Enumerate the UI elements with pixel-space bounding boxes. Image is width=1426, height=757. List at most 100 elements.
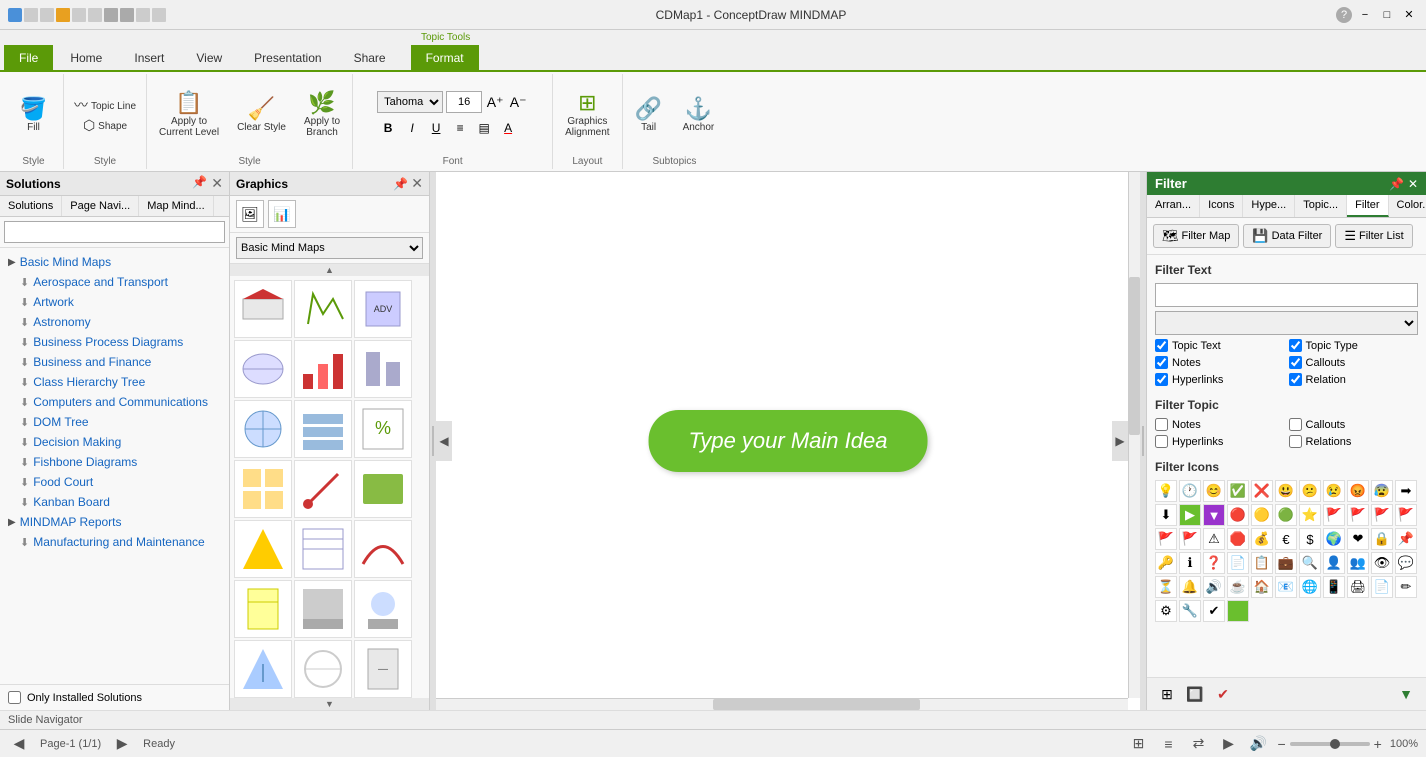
graphic-item[interactable] [294,400,352,458]
graphic-item[interactable] [294,640,352,698]
left-panel-pin[interactable]: 📌 [192,175,207,192]
tab-insert[interactable]: Insert [119,45,179,70]
font-size-decrease[interactable]: A⁻ [508,92,528,112]
apply-branch-button[interactable]: 🌿 Apply to Branch [298,89,346,141]
graphic-item[interactable] [234,580,292,638]
h-scroll-thumb[interactable] [713,699,921,710]
filter-list-button[interactable]: ☰ Filter List [1335,224,1412,248]
sol-item-aerospace[interactable]: ⬇ Aerospace and Transport [0,272,229,292]
sol-item-kanban[interactable]: ⬇ Kanban Board [0,492,229,512]
anchor-button[interactable]: ⚓ Anchor [677,95,721,136]
right-tab-color[interactable]: Color... [1389,195,1426,217]
toolbar-icon4[interactable] [72,8,86,22]
filter-icon-globe[interactable]: 🌍 [1323,528,1345,550]
toolbar-icon6[interactable] [104,8,118,22]
filter-icon-list[interactable]: 📋 [1251,552,1273,574]
sol-item-mindmap-reports[interactable]: ▶ MINDMAP Reports [0,512,229,532]
filter-map-button[interactable]: 🗺 Filter Map [1153,224,1239,248]
right-tab-icons[interactable]: Icons [1200,195,1243,217]
filter-icon-key[interactable]: 🔑 [1155,552,1177,574]
filter-icon-red-circle[interactable]: 🔴 [1227,504,1249,526]
cb-topic-hyperlinks-check[interactable] [1155,435,1168,448]
filter-icon-dollar[interactable]: $ [1299,528,1321,550]
graphics-category-select[interactable]: Basic Mind Maps [236,237,423,259]
canvas-left-arrow[interactable]: ◀ [436,421,452,461]
filter-icon-arrow-down[interactable]: ⬇ [1155,504,1177,526]
graphic-item[interactable] [234,520,292,578]
toolbar-icon8[interactable] [136,8,150,22]
filter-icon-web[interactable]: 🌐 [1299,576,1321,598]
filter-icon-flag-yellow[interactable]: 🚩 [1371,504,1393,526]
filter-icon-money[interactable]: 💰 [1251,528,1273,550]
graphic-item[interactable] [234,340,292,398]
filter-icon-printer[interactable]: 🖨 [1347,576,1369,598]
font-size-increase[interactable]: A⁺ [485,92,505,112]
graphic-item[interactable] [354,340,412,398]
text-box-button[interactable]: ▤ [473,117,495,139]
filter-icon-bell[interactable]: 🔔 [1179,576,1201,598]
tab-view[interactable]: View [181,45,237,70]
graphic-item[interactable]: ADV [354,280,412,338]
zoom-plus-button[interactable]: + [1374,736,1382,752]
graphics-scroll-down[interactable]: ▼ [230,698,429,710]
graphic-item[interactable] [234,280,292,338]
graphics-panel-close[interactable]: ✕ [411,175,423,191]
fill-button[interactable]: 🪣 Fill [14,95,54,136]
graphics-view-btn2[interactable]: 📊 [268,200,296,228]
filter-icon-info[interactable]: ℹ [1179,552,1201,574]
cb-relation-check[interactable] [1289,373,1302,386]
filter-icon-eye[interactable]: 👁 [1371,552,1393,574]
sol-item-decision[interactable]: ⬇ Decision Making [0,432,229,452]
sol-item-dom-tree[interactable]: ⬇ DOM Tree [0,412,229,432]
sol-item-computers[interactable]: ⬇ Computers and Communications [0,392,229,412]
filter-icon-briefcase[interactable]: 💼 [1275,552,1297,574]
only-installed-checkbox[interactable] [8,691,21,704]
v-scroll-thumb[interactable] [1129,277,1140,435]
next-page-button[interactable]: ▶ [111,733,133,755]
filter-icon-check[interactable]: ✅ [1227,480,1249,502]
left-tab-solutions[interactable]: Solutions [0,196,62,216]
filter-icon-person[interactable]: 👤 [1323,552,1345,574]
graphics-view-btn1[interactable]: 🖼 [236,200,264,228]
sol-item-manufacturing[interactable]: ⬇ Manufacturing and Maintenance [0,532,229,552]
right-panel-close[interactable]: ✕ [1408,177,1418,191]
filter-icon-happy[interactable]: 😃 [1275,480,1297,502]
filter-icon-paper[interactable]: 📄 [1371,576,1393,598]
shape-button[interactable]: ⬡ Shape [79,116,131,134]
filter-icon-bulb[interactable]: 💡 [1155,480,1177,502]
filter-icon-q[interactable]: ❓ [1203,552,1225,574]
sol-item-food-court[interactable]: ⬇ Food Court [0,472,229,492]
filter-icon-doc[interactable]: 📄 [1227,552,1249,574]
filter-icon-x[interactable]: ❌ [1251,480,1273,502]
filter-icon-green-arrow[interactable]: ▶ [1179,504,1201,526]
filter-icon-lock[interactable]: 🔒 [1371,528,1393,550]
left-tab-map-mind[interactable]: Map Mind... [139,196,213,216]
filter-icon-heart[interactable]: ❤ [1347,528,1369,550]
canvas-scrollbar-h[interactable] [436,698,1128,710]
toolbar-icon5[interactable] [88,8,102,22]
zoom-minus-button[interactable]: − [1277,736,1285,752]
tab-file[interactable]: File [4,45,53,70]
zoom-slider[interactable] [1290,742,1370,746]
cb-callouts-check[interactable] [1289,356,1302,369]
status-play-button[interactable]: ▶ [1217,733,1239,755]
filter-icon-purple-arrow[interactable]: ▼ [1203,504,1225,526]
status-icon1[interactable]: ⊞ [1127,733,1149,755]
filter-icon-checkmark[interactable]: ✔ [1203,600,1225,622]
left-panel-close[interactable]: ✕ [211,175,223,192]
main-idea-node[interactable]: Type your Main Idea [649,410,928,472]
graphic-item[interactable] [294,580,352,638]
filter-icon-green-box[interactable] [1227,600,1249,622]
filter-icon-phone[interactable]: 📱 [1323,576,1345,598]
tab-presentation[interactable]: Presentation [239,45,336,70]
graphic-item[interactable] [234,640,292,698]
status-sound-button[interactable]: 🔊 [1247,733,1269,755]
filter-icon-flag-blue[interactable]: 🚩 [1155,528,1177,550]
cb-hyperlinks-check[interactable] [1155,373,1168,386]
canvas-right-arrow[interactable]: ▶ [1112,421,1128,461]
toolbar-icon7[interactable] [120,8,134,22]
filter-icon-wrench[interactable]: 🔧 [1179,600,1201,622]
filter-text-input[interactable] [1155,283,1418,307]
filter-icon-speaker[interactable]: 🔊 [1203,576,1225,598]
align-button[interactable]: ≡ [449,117,471,139]
